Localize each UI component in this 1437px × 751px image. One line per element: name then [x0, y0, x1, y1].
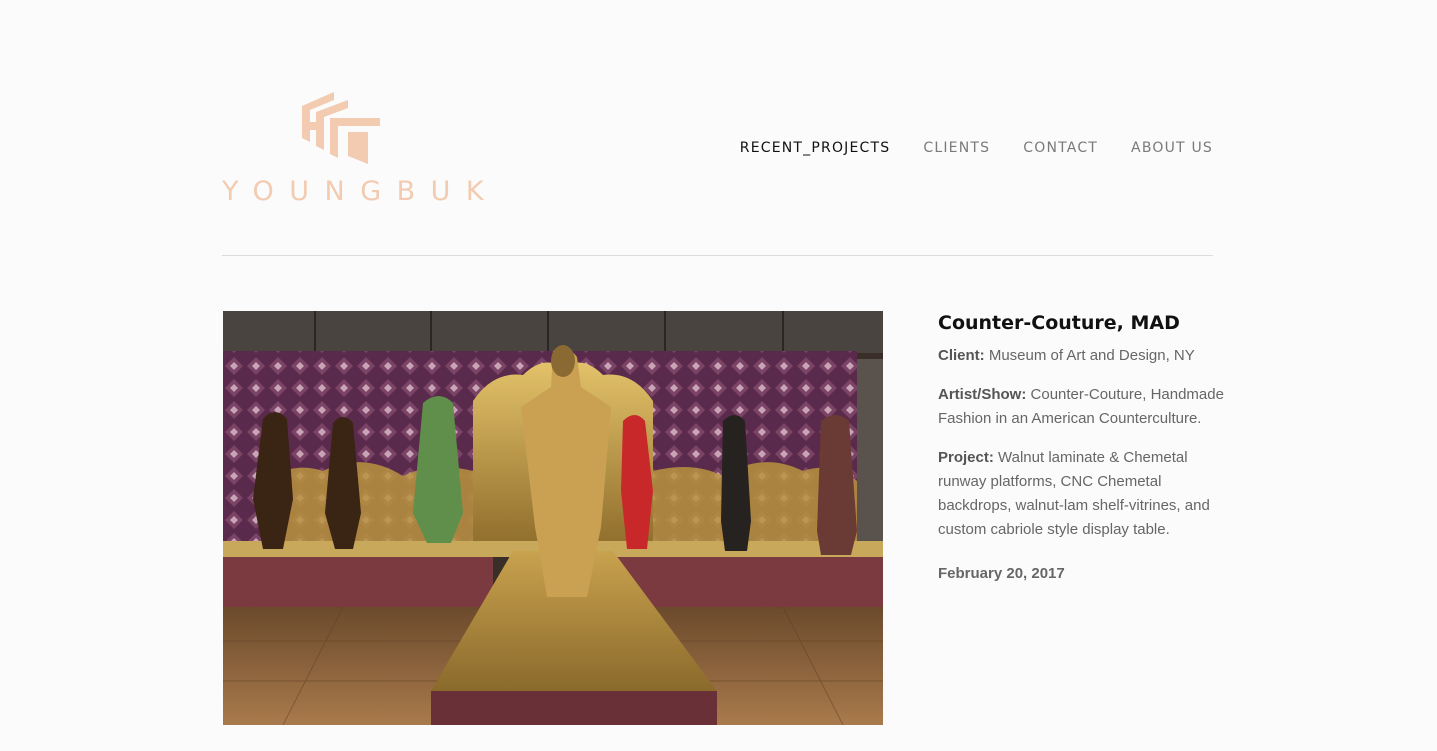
nav-recent-projects[interactable]: RECENT_PROJECTS: [740, 140, 891, 156]
client-value: Museum of Art and Design, NY: [988, 347, 1195, 364]
project-artist: Artist/Show: Counter-Couture, Handmade F…: [938, 383, 1228, 431]
artist-label: Artist/Show:: [938, 386, 1027, 403]
project-image[interactable]: [223, 311, 883, 725]
project-client: Client: Museum of Art and Design, NY: [938, 344, 1228, 368]
brand-name: YOUNGBUK: [222, 176, 500, 207]
project-info: Counter-Couture, MAD Client: Museum of A…: [938, 312, 1228, 601]
client-label: Client:: [938, 347, 985, 364]
exhibition-photo-icon: [223, 311, 883, 725]
project-date: February 20, 2017: [938, 565, 1065, 582]
nav-about-us[interactable]: ABOUT US: [1131, 140, 1213, 156]
main-nav: RECENT_PROJECTS CLIENTS CONTACT ABOUT US: [707, 140, 1213, 156]
brand-logo[interactable]: YOUNGBUK: [222, 92, 484, 208]
project-label: Project:: [938, 449, 994, 466]
nav-contact[interactable]: CONTACT: [1023, 140, 1098, 156]
logo-mark-icon: [302, 92, 380, 164]
header-divider: [222, 255, 1213, 256]
project-title: Counter-Couture, MAD: [938, 312, 1180, 334]
project-description: Project: Walnut laminate & Chemetal runw…: [938, 446, 1228, 542]
nav-clients[interactable]: CLIENTS: [923, 140, 990, 156]
